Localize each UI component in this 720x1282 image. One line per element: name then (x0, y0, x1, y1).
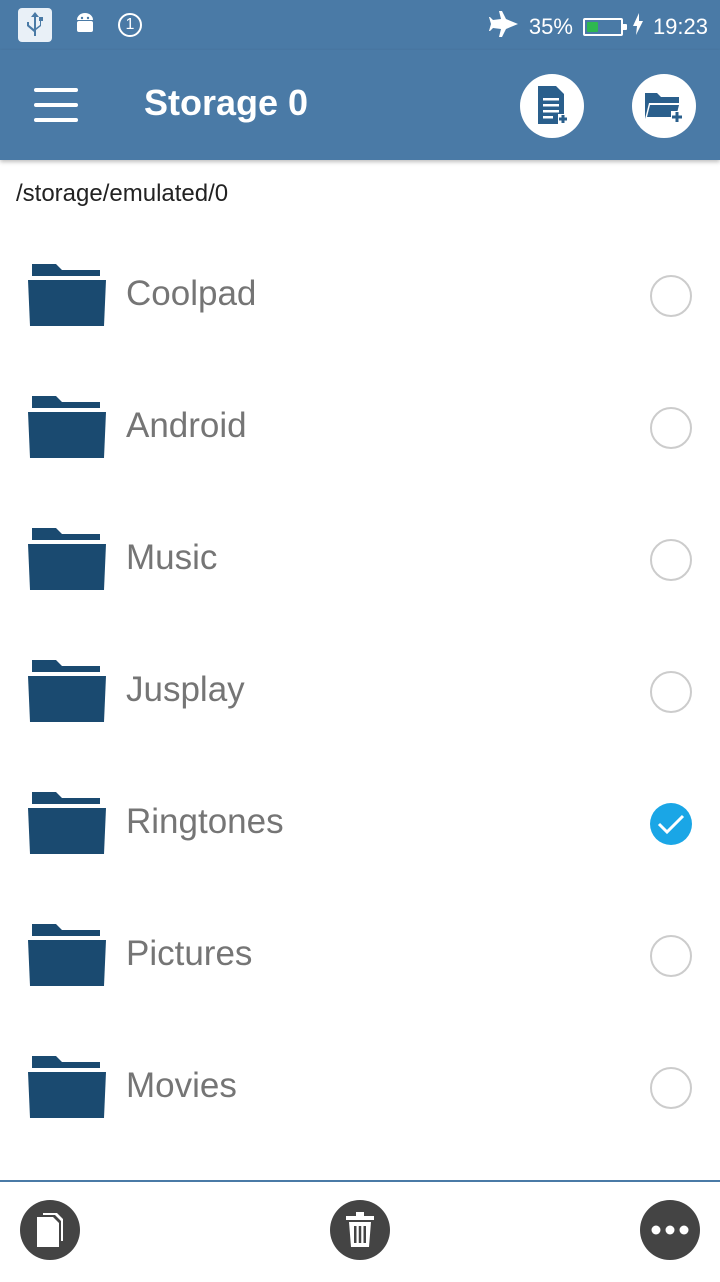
android-icon (74, 12, 96, 39)
folder-row[interactable]: Jusplay (0, 626, 720, 758)
folder-icon (28, 528, 106, 590)
folder-row[interactable]: Android (0, 362, 720, 494)
page-title: Storage 0 (144, 82, 309, 123)
folder-name: Movies (126, 1066, 237, 1105)
folder-icon (28, 1056, 106, 1118)
folder-list: Coolpad Android Music Jusplay Ringtones Pictu… (0, 230, 720, 1154)
status-bar-left: 1 (18, 8, 142, 42)
folder-icon (28, 924, 106, 986)
copy-button[interactable] (20, 1200, 80, 1260)
folder-name: Jusplay (126, 670, 245, 709)
folder-name: Pictures (126, 934, 253, 973)
folder-name: Music (126, 538, 218, 577)
folder-icon (28, 792, 106, 854)
folder-row[interactable]: Ringtones (0, 758, 720, 890)
new-file-icon (538, 86, 568, 124)
more-icon (651, 1225, 689, 1235)
delete-icon (346, 1212, 374, 1247)
folder-icon (28, 660, 106, 722)
menu-button[interactable] (34, 88, 78, 122)
folder-row[interactable]: Pictures (0, 890, 720, 1022)
folder-row[interactable]: Music (0, 494, 720, 626)
folder-name: Coolpad (126, 274, 257, 313)
folder-select-radio[interactable] (650, 671, 692, 713)
bottom-bar (0, 1180, 720, 1282)
battery-level (586, 22, 599, 32)
clock: 19:23 (652, 14, 708, 39)
battery-icon (582, 18, 627, 36)
menu-icon-line (34, 88, 78, 92)
folder-icon (28, 396, 106, 458)
copy-icon (37, 1213, 63, 1247)
new-file-button[interactable] (520, 74, 584, 138)
current-path: /storage/emulated/0 (16, 180, 229, 207)
charging-icon (632, 13, 643, 41)
folder-select-radio[interactable] (650, 1067, 692, 1109)
usb-icon (18, 8, 52, 42)
folder-select-radio[interactable] (650, 275, 692, 317)
folder-select-radio[interactable] (650, 935, 692, 977)
check-icon (657, 814, 685, 835)
folder-row[interactable]: Coolpad (0, 230, 720, 362)
new-folder-icon (645, 93, 683, 123)
notification-count-icon: 1 (118, 13, 142, 37)
folder-row[interactable]: Movies (0, 1022, 720, 1154)
folder-select-radio[interactable] (650, 407, 692, 449)
folder-icon (28, 264, 106, 326)
app-bar: Storage 0 (0, 50, 720, 160)
status-bar: 1 35% 19:23 (0, 0, 720, 50)
battery-percent: 35% (528, 14, 573, 39)
folder-name: Android (126, 406, 247, 445)
new-folder-button[interactable] (632, 74, 696, 138)
menu-icon-line (34, 103, 78, 107)
menu-icon-line (34, 118, 78, 122)
folder-select-radio[interactable] (650, 539, 692, 581)
folder-name: Ringtones (126, 802, 284, 841)
delete-button[interactable] (330, 1200, 390, 1260)
more-button[interactable] (640, 1200, 700, 1260)
airplane-mode-icon (488, 10, 519, 44)
status-bar-right: 35% 19:23 (488, 10, 708, 44)
folder-select-radio-checked[interactable] (650, 803, 692, 845)
